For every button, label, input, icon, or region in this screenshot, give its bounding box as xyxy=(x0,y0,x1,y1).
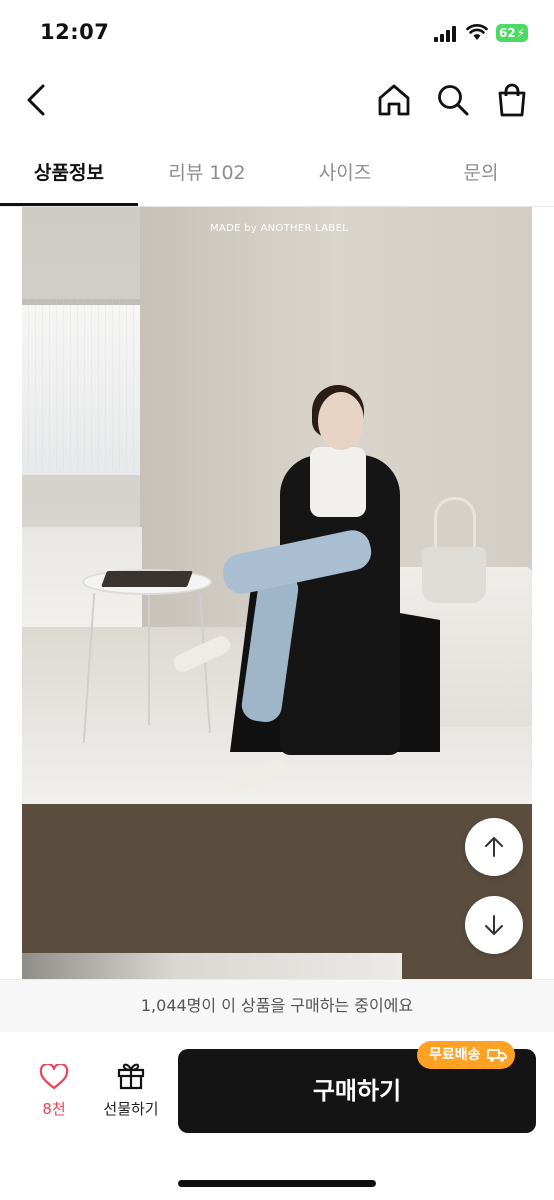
scroll-down-button[interactable] xyxy=(465,896,523,954)
wifi-icon xyxy=(466,23,488,41)
battery-level: 62 xyxy=(499,26,516,40)
battery-icon: 62 ⚡ xyxy=(496,24,528,42)
search-button[interactable] xyxy=(433,80,473,120)
brand-watermark: MADE by ANOTHER LABEL xyxy=(210,223,349,234)
top-navigation xyxy=(0,66,554,138)
product-tabs: 상품정보 리뷰 102 사이즈 문의 xyxy=(0,140,554,207)
gift-label: 선물하기 xyxy=(103,1100,159,1118)
back-button[interactable] xyxy=(16,80,56,120)
gift-icon xyxy=(117,1063,145,1090)
like-count: 8천 xyxy=(42,1100,66,1118)
tab-size[interactable]: 사이즈 xyxy=(276,140,414,206)
home-icon xyxy=(378,84,410,116)
status-time: 12:07 xyxy=(40,20,110,44)
scroll-up-button[interactable] xyxy=(465,818,523,876)
active-tab-indicator xyxy=(0,203,138,206)
home-button[interactable] xyxy=(374,80,414,120)
next-photo-preview xyxy=(22,953,402,979)
product-photo-scene: MADE by ANOTHER LABEL xyxy=(22,207,532,804)
cart-button[interactable] xyxy=(492,80,532,120)
free-shipping-badge: 무료배송 xyxy=(417,1041,515,1069)
tab-reviews[interactable]: 리뷰 102 xyxy=(138,140,276,206)
cellular-signal-icon xyxy=(434,26,460,42)
search-icon xyxy=(438,85,469,116)
heart-icon xyxy=(39,1062,69,1090)
buyers-notice: 1,044명이 이 상품을 구매하는 중이에요 xyxy=(0,979,554,1033)
like-button[interactable]: 8천 xyxy=(26,1062,82,1119)
free-shipping-label: 무료배송 xyxy=(429,1047,481,1063)
gift-button[interactable]: 선물하기 xyxy=(96,1060,166,1119)
arrow-up-icon xyxy=(485,837,503,857)
arrow-down-icon xyxy=(485,915,503,935)
tab-product-info[interactable]: 상품정보 xyxy=(0,140,138,206)
home-indicator xyxy=(178,1180,376,1187)
tab-inquiry[interactable]: 문의 xyxy=(412,140,550,206)
delivery-truck-icon xyxy=(486,1049,507,1062)
status-bar: 12:07 62 ⚡ xyxy=(0,0,554,66)
chevron-left-icon xyxy=(27,84,45,116)
product-detail-image: MADE by ANOTHER LABEL xyxy=(22,207,532,979)
shopping-bag-icon xyxy=(498,83,526,117)
